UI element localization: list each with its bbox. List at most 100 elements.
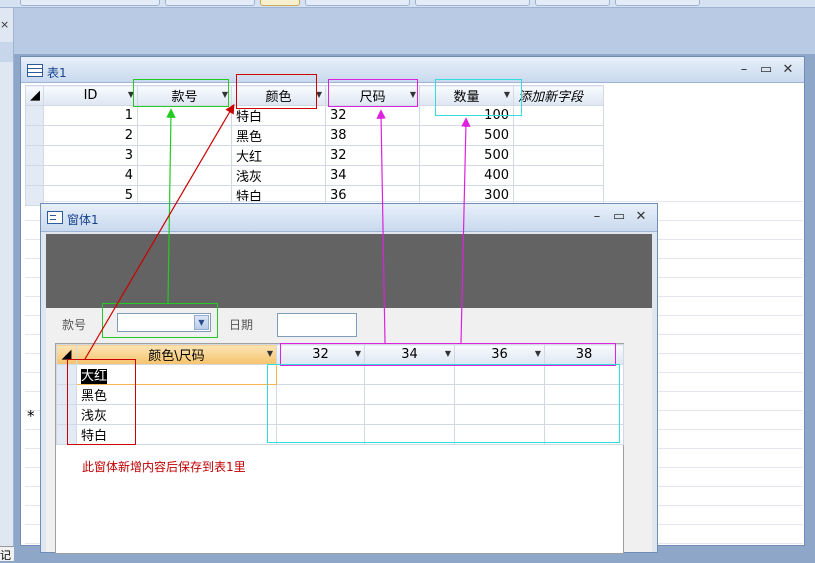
column-header-size[interactable]: 尺码 ▼	[325, 85, 420, 106]
cell-qty[interactable]	[544, 384, 624, 405]
dropdown-arrow-icon[interactable]: ▼	[267, 349, 273, 358]
restore-icon[interactable]: ▭	[756, 61, 776, 79]
cell-code[interactable]	[137, 145, 232, 166]
restore-icon[interactable]: ▭	[609, 208, 629, 226]
cell-color[interactable]: 黑色	[231, 125, 326, 146]
cell-qty[interactable]: 100	[419, 105, 514, 126]
close-icon[interactable]: ✕	[631, 208, 651, 226]
column-header-code[interactable]: 款号 ▼	[137, 85, 232, 106]
ribbon-button[interactable]	[305, 0, 410, 6]
row-selector[interactable]	[56, 404, 77, 425]
cell-empty[interactable]	[513, 125, 604, 146]
cell-qty[interactable]	[364, 424, 455, 445]
cell-qty[interactable]	[454, 384, 545, 405]
cell-empty[interactable]	[513, 145, 604, 166]
ribbon-button[interactable]	[165, 0, 255, 6]
ribbon-button[interactable]	[615, 0, 700, 6]
row-selector[interactable]	[56, 384, 77, 405]
cell-color[interactable]: 黑色	[76, 384, 277, 405]
column-header-id[interactable]: ID ▼	[43, 85, 138, 106]
row-selector[interactable]	[25, 105, 44, 126]
table-window-titlebar[interactable]: 表1 – ▭ ✕	[21, 57, 804, 83]
table-row[interactable]: 1 特白 32 100	[25, 105, 604, 126]
row-selector[interactable]	[25, 125, 44, 146]
cell-qty[interactable]	[364, 364, 455, 385]
cell-id[interactable]: 2	[43, 125, 138, 146]
column-header-size-38[interactable]: 38	[544, 344, 624, 365]
cell-color[interactable]: 大红	[76, 364, 277, 385]
date-field[interactable]	[277, 313, 357, 337]
dropdown-arrow-icon[interactable]: ▼	[128, 90, 134, 99]
minimize-icon[interactable]: –	[587, 208, 607, 226]
cell-color[interactable]: 大红	[231, 145, 326, 166]
cell-qty[interactable]	[276, 404, 365, 425]
cell-id[interactable]: 3	[43, 145, 138, 166]
cell-empty[interactable]	[513, 165, 604, 186]
cell-qty[interactable]	[454, 364, 545, 385]
close-icon[interactable]: ✕	[778, 61, 798, 79]
cell-qty[interactable]	[276, 384, 365, 405]
add-new-field-header[interactable]: 添加新字段	[513, 85, 604, 106]
ribbon-button[interactable]	[415, 0, 530, 6]
cell-size[interactable]: 34	[325, 165, 420, 186]
cell-size[interactable]: 32	[325, 145, 420, 166]
table-row[interactable]: 2 黑色 38 500	[25, 125, 604, 146]
close-icon[interactable]: ×	[0, 18, 9, 31]
cell-qty[interactable]	[276, 424, 365, 445]
dropdown-arrow-icon[interactable]: ▼	[222, 90, 228, 99]
dropdown-arrow-icon[interactable]: ▼	[445, 349, 451, 358]
cell-color[interactable]: 特白	[231, 105, 326, 126]
column-header-qty[interactable]: 数量 ▼	[419, 85, 514, 106]
dropdown-arrow-icon[interactable]: ▼	[316, 90, 322, 99]
column-header-size-32[interactable]: 32 ▼	[276, 344, 365, 365]
cell-qty[interactable]	[276, 364, 365, 385]
form-window-titlebar[interactable]: 窗体1 – ▭ ✕	[41, 204, 657, 232]
cell-color[interactable]: 特白	[76, 424, 277, 445]
cell-color[interactable]: 浅灰	[231, 165, 326, 186]
cell-qty[interactable]	[544, 404, 624, 425]
subform-row[interactable]: 黑色	[56, 384, 624, 405]
cell-qty[interactable]: 400	[419, 165, 514, 186]
cell-empty[interactable]	[513, 105, 604, 126]
cell-qty[interactable]	[544, 364, 624, 385]
select-all-icon[interactable]: ◢	[25, 85, 44, 106]
code-combo[interactable]: ▼	[117, 313, 211, 332]
cell-id[interactable]: 1	[43, 105, 138, 126]
cell-qty[interactable]	[364, 404, 455, 425]
dropdown-arrow-icon[interactable]: ▼	[410, 90, 416, 99]
cell-qty[interactable]	[454, 404, 545, 425]
row-selector[interactable]	[25, 145, 44, 166]
column-header-size-36[interactable]: 36 ▼	[454, 344, 545, 365]
cell-qty[interactable]	[544, 424, 624, 445]
cell-color[interactable]: 浅灰	[76, 404, 277, 425]
row-selector[interactable]	[56, 424, 77, 445]
subform-row[interactable]: 特白	[56, 424, 624, 445]
table-row[interactable]: 4 浅灰 34 400	[25, 165, 604, 186]
cell-code[interactable]	[137, 125, 232, 146]
dropdown-arrow-icon[interactable]: ▼	[504, 90, 510, 99]
cell-qty[interactable]	[364, 384, 455, 405]
dropdown-arrow-icon[interactable]: ▼	[535, 349, 541, 358]
minimize-icon[interactable]: –	[734, 61, 754, 79]
subform-row[interactable]: 浅灰	[56, 404, 624, 425]
cell-qty[interactable]: 500	[419, 145, 514, 166]
row-selector[interactable]	[25, 165, 44, 186]
column-header-size-34[interactable]: 34 ▼	[364, 344, 455, 365]
cell-id[interactable]: 4	[43, 165, 138, 186]
cell-code[interactable]	[137, 105, 232, 126]
cell-size[interactable]: 32	[325, 105, 420, 126]
column-header-color[interactable]: 颜色 ▼	[231, 85, 326, 106]
ribbon-button[interactable]	[260, 0, 300, 6]
row-selector[interactable]	[56, 364, 77, 385]
cell-qty[interactable]	[454, 424, 545, 445]
dropdown-arrow-icon[interactable]: ▼	[194, 315, 209, 330]
table-row[interactable]: 3 大红 32 500	[25, 145, 604, 166]
column-header-color-size[interactable]: 颜色\尺码 ▼	[76, 344, 277, 365]
subform-row[interactable]: 大红	[56, 364, 624, 385]
dropdown-arrow-icon[interactable]: ▼	[355, 349, 361, 358]
cell-qty[interactable]: 500	[419, 125, 514, 146]
ribbon-button[interactable]	[535, 0, 610, 6]
ribbon-button[interactable]	[20, 0, 160, 6]
cell-code[interactable]	[137, 165, 232, 186]
cell-size[interactable]: 38	[325, 125, 420, 146]
